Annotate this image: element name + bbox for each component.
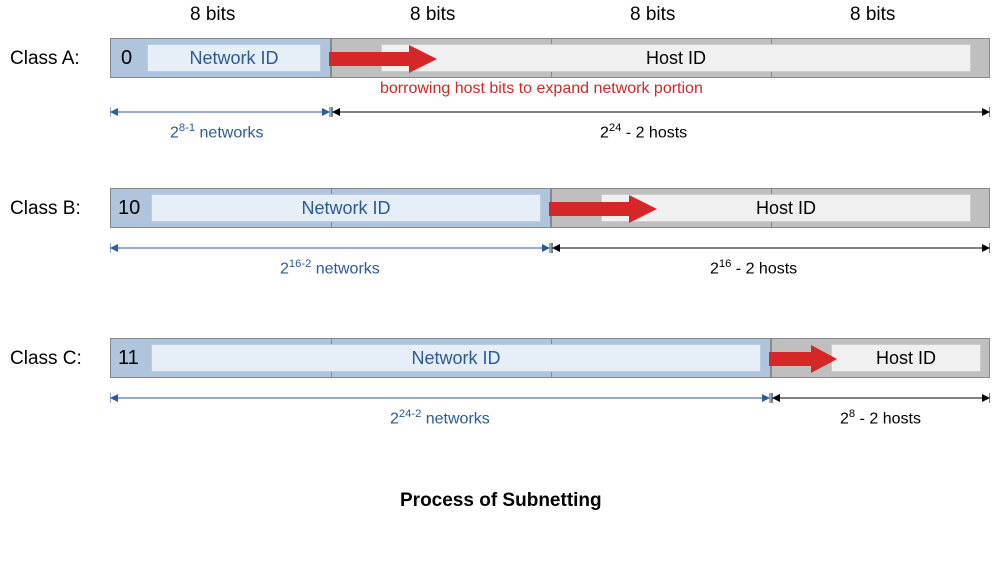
class-b-networks-count: 216-2 networks — [280, 258, 380, 278]
bits-header-2: 8 bits — [410, 4, 455, 26]
class-b-bar: 10 Network ID Host ID — [110, 188, 990, 228]
class-c-expand-arrow — [769, 343, 839, 375]
class-c-label: Class C: — [10, 348, 82, 370]
class-c-networks-count: 224-2 networks — [390, 408, 490, 428]
class-c-hosts-count: 28 - 2 hosts — [840, 408, 921, 428]
diagram-caption: Process of Subnetting — [400, 490, 602, 512]
class-c-network-id: Network ID — [151, 344, 761, 372]
class-a-host-id: Host ID — [381, 44, 971, 72]
class-a-hosts-count: 224 - 2 hosts — [600, 122, 687, 142]
class-a-dimensions — [110, 102, 990, 122]
class-a-bar: 0 Network ID Host ID — [110, 38, 990, 78]
class-a-networks-count: 28-1 networks — [170, 122, 264, 142]
class-b-expand-arrow — [549, 193, 659, 225]
class-c-prefix: 11 — [118, 347, 139, 370]
class-a-expand-arrow — [329, 43, 439, 75]
class-b-prefix: 10 — [118, 197, 140, 220]
class-c-bar: 11 Network ID Host ID — [110, 338, 990, 378]
bits-header-1: 8 bits — [190, 4, 235, 26]
class-c-host-id: Host ID — [831, 344, 981, 372]
bits-header-4: 8 bits — [850, 4, 895, 26]
class-b-label: Class B: — [10, 198, 81, 220]
class-a-network-id: Network ID — [147, 44, 321, 72]
bits-header-3: 8 bits — [630, 4, 675, 26]
borrow-note: borrowing host bits to expand network po… — [380, 80, 703, 98]
class-a-label: Class A: — [10, 48, 80, 70]
class-a-prefix: 0 — [121, 47, 132, 70]
class-c-dimensions — [110, 388, 990, 408]
subnetting-diagram: 8 bits 8 bits 8 bits 8 bits Class A: 0 N… — [0, 0, 1005, 567]
class-b-dimensions — [110, 238, 990, 258]
class-b-network-id: Network ID — [151, 194, 541, 222]
class-b-hosts-count: 216 - 2 hosts — [710, 258, 797, 278]
